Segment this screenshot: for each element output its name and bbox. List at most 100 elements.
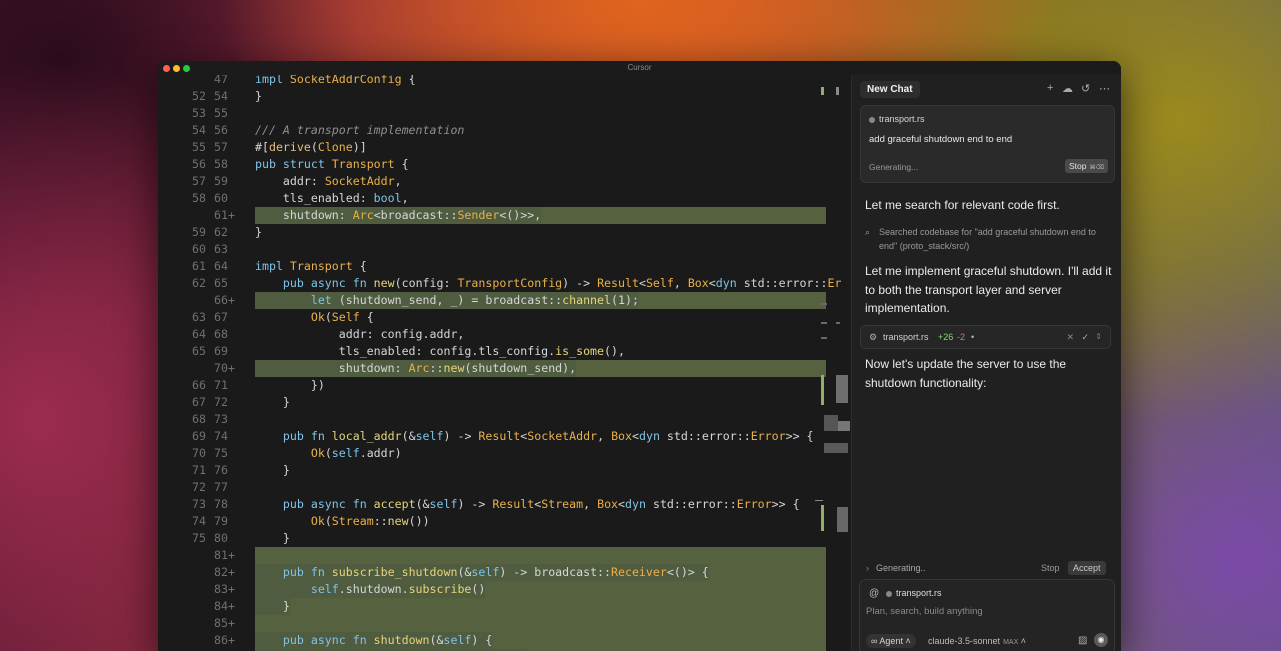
code-text: pub async fn shutdown(&self) { [255,632,493,649]
assistant-message: Let me search for relevant code first. [865,198,1060,212]
code-line[interactable]: 68 73 [158,411,851,428]
scrollbar-thumb[interactable] [837,507,848,532]
code-line[interactable]: 71 76 } [158,462,851,479]
old-line-number: 57 [192,174,206,188]
minimap-marker [836,322,840,324]
code-line[interactable]: 57 59 addr: SocketAddr, [158,173,851,190]
code-line[interactable]: 53 55 [158,105,851,122]
accept-button[interactable]: Accept [1068,561,1106,575]
chat-panel: New Chat + ☁ ↺ ⋯ transport.rs add gracef… [851,75,1121,651]
code-editor[interactable]: 87+ let _ = self.shutdown.send(());86+ p… [158,75,851,651]
code-line[interactable]: 69 74 pub fn local_addr(&self) -> Result<… [158,428,851,445]
old-line-number: 53 [192,106,206,120]
code-line[interactable]: 74 79 Ok(Stream::new()) [158,513,851,530]
code-line[interactable]: 70+ shutdown: Arc::new(shutdown_send), [158,360,851,377]
code-line[interactable]: 66 71 }) [158,377,851,394]
file-chip[interactable]: transport.rs [869,114,925,124]
expand-icon[interactable]: ⇕ [1095,326,1102,348]
history-icon[interactable]: ↺ [1081,82,1090,95]
code-line[interactable]: 66+ let (shutdown_send, _) = broadcast::… [158,292,851,309]
stop-button[interactable]: Stop ⌘⌫ [1065,159,1108,173]
more-icon[interactable]: ⋯ [1099,82,1110,95]
code-line[interactable]: 61 64 impl Transport { [158,258,851,275]
context-file-chip[interactable]: transport.rs [886,588,942,598]
lines-removed: -2 [957,332,966,342]
search-result[interactable]: ⌕ Searched codebase for "add graceful sh… [865,225,1115,253]
code-line[interactable]: 54 56 /// A transport implementation [158,122,851,139]
new-line-number: 57 [214,140,228,154]
code-line[interactable]: 52 54} [158,88,851,105]
code-line[interactable]: 83+ self.shutdown.subscribe() [158,581,851,598]
scrollbar-thumb[interactable] [836,375,848,403]
code-line[interactable]: 60 63 [158,241,851,258]
window-title: Cursor [627,63,652,72]
code-text: Ok(Stream::new()) [310,514,430,528]
code-line[interactable]: 62 65 pub async fn new(config: TransportC… [158,275,851,292]
code-line[interactable]: 47 impl SocketAddrConfig { [158,75,851,88]
code-text: addr: config.addr, [255,327,465,341]
model-selector[interactable]: claude-3.5-sonnet MAX ˄ [928,636,1026,646]
prompt-card[interactable]: transport.rs add graceful shutdown end t… [860,105,1115,183]
agent-mode-selector[interactable]: ∞ Agent ˄ [866,634,916,648]
code-line[interactable]: 82+ pub fn subscribe_shutdown(&self) -> … [158,564,851,581]
file-change-card[interactable]: ⚙ transport.rs +26 -2 • ✕ ✓ ⇕ [860,325,1111,349]
new-line-number: 75 [214,446,228,460]
code-line[interactable]: 64 68 addr: config.addr, [158,326,851,343]
assistant-message: Let me implement graceful shutdown. I'll… [865,264,1112,315]
code-line[interactable]: 73 78 pub async fn accept(&self) -> Resul… [158,496,851,513]
code-line[interactable]: 56 58 pub struct Transport { [158,156,851,173]
code-line[interactable]: 65 69 tls_enabled: config.tls_config.is_s… [158,343,851,360]
search-icon: ⌕ [865,227,871,237]
assistant-message: Now let's update the server to use the s… [865,357,1067,390]
minimap-marker [824,443,848,453]
composer[interactable]: @ transport.rs Plan, search, build anyth… [859,579,1115,651]
reject-icon[interactable]: ✕ [1066,326,1074,348]
code-line[interactable]: 72 77 [158,479,851,496]
title-bar: Cursor [158,61,1121,76]
send-icon[interactable]: ◉ [1094,633,1108,647]
code-line[interactable]: 59 62} [158,224,851,241]
code-text: } [255,598,290,615]
minimap-marker [836,87,839,95]
code-line[interactable]: 84+ } [158,598,851,615]
code-text: pub struct Transport { [255,157,409,171]
chevron-right-icon[interactable]: › [866,563,869,573]
code-text: /// A transport implementation [255,123,465,137]
code-line[interactable]: 63 67 Ok(Self { [158,309,851,326]
model-label: claude-3.5-sonnet [928,636,1001,646]
file-name: transport.rs [883,332,929,342]
file-icon [869,116,875,123]
minimap-marker [838,421,850,431]
old-line-number: 56 [192,157,206,171]
code-text: shutdown: Arc<broadcast::Sender<()>>, [255,207,542,224]
composer-input[interactable]: Plan, search, build anything [866,606,983,617]
code-line[interactable]: 55 57 #[derive(Clone)] [158,139,851,156]
new-line-number: 82+ [214,565,235,579]
old-line-number: 61 [192,259,206,273]
accept-check-icon[interactable]: ✓ [1081,326,1089,348]
new-line-number: 77 [214,480,228,494]
new-line-number: 78 [214,497,228,511]
stop-button[interactable]: Stop [1041,563,1060,573]
code-line[interactable]: 75 80 } [158,530,851,547]
old-line-number: 58 [192,191,206,205]
old-line-number: 66 [192,378,206,392]
plus-icon[interactable]: + [1047,82,1053,94]
image-icon[interactable]: ▨ [1078,635,1087,646]
cloud-icon[interactable]: ☁ [1062,82,1073,95]
code-text: } [255,225,262,239]
old-line-number: 68 [192,412,206,426]
tab-new-chat[interactable]: New Chat [860,81,920,98]
code-text: pub fn local_addr(&self) -> Result<Socke… [282,429,814,443]
mention-icon[interactable]: @ [869,588,879,599]
code-line[interactable]: 81+ [158,547,851,564]
code-line[interactable]: 86+ pub async fn shutdown(&self) { [158,632,851,649]
shortcut-hint: ⌘⌫ [1089,165,1104,171]
code-line[interactable]: 67 72 } [158,394,851,411]
code-line[interactable]: 85+ [158,615,851,632]
code-line[interactable]: 61+ shutdown: Arc<broadcast::Sender<()>>… [158,207,851,224]
unsaved-dot: • [971,332,975,342]
code-text: pub async fn new(config: TransportConfig… [282,276,842,290]
code-line[interactable]: 70 75 Ok(self.addr) [158,445,851,462]
code-line[interactable]: 58 60 tls_enabled: bool, [158,190,851,207]
